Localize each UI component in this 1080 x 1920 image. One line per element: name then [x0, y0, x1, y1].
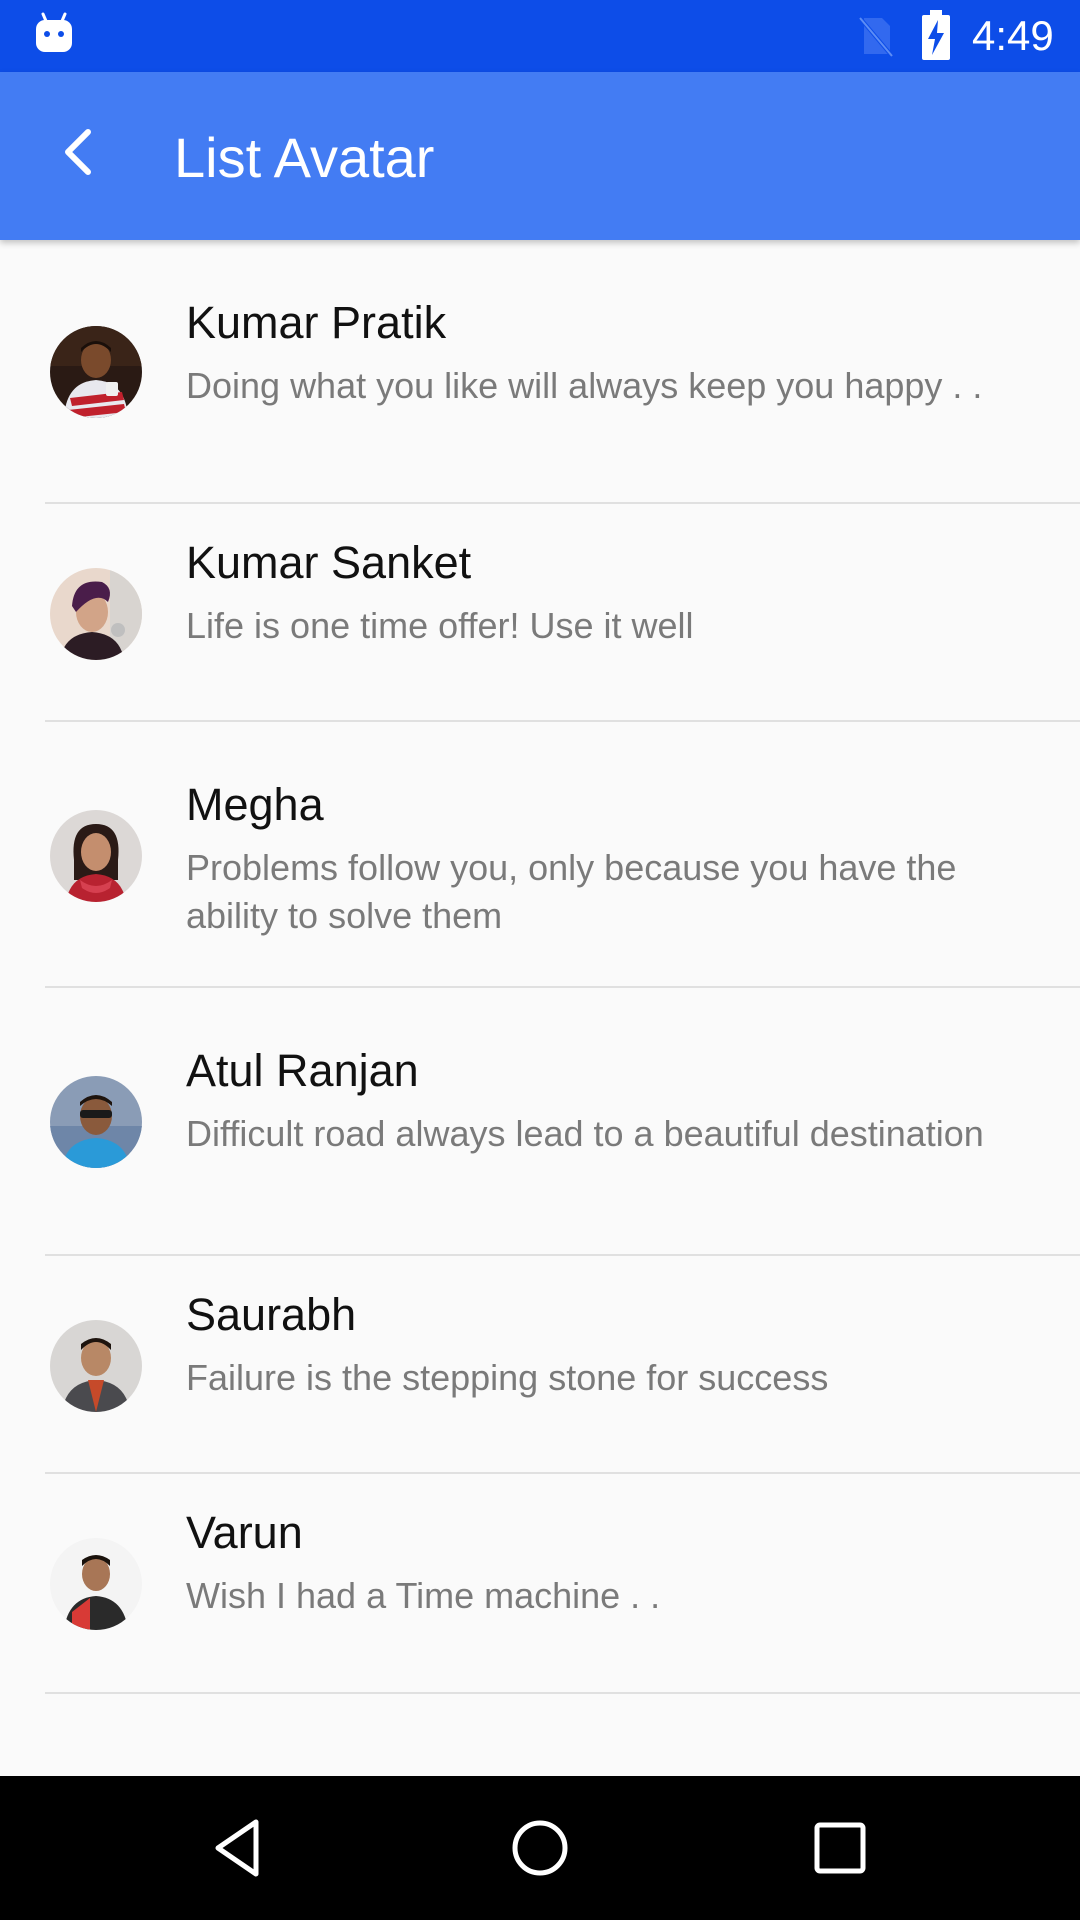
item-description: Doing what you like will always keep you… — [186, 365, 983, 406]
item-name: Kumar Pratik — [186, 297, 447, 348]
item-name: Saurabh — [186, 1289, 357, 1340]
status-time: 4:49 — [972, 12, 1054, 59]
list-item[interactable]: Varun Wish I had a Time machine . . — [0, 1474, 1080, 1694]
avatar — [50, 1538, 142, 1630]
avatar — [50, 1076, 142, 1168]
circle-home-icon[interactable] — [504, 1812, 576, 1884]
item-name: Atul Ranjan — [186, 1045, 419, 1096]
item-description: Life is one time offer! Use it well — [186, 605, 694, 646]
list-item[interactable]: Kumar Pratik Doing what you like will al… — [0, 240, 1080, 504]
battery-charging-icon — [922, 10, 950, 60]
navigation-bar — [0, 1776, 1080, 1920]
item-description: Failure is the stepping stone for succes… — [186, 1357, 829, 1398]
item-name: Varun — [186, 1507, 303, 1558]
item-description: Wish I had a Time machine . . — [186, 1575, 661, 1616]
no-sim-icon — [858, 16, 894, 58]
list-item[interactable]: Atul Ranjan Difficult road always lead t… — [0, 988, 1080, 1256]
avatar-list: Kumar Pratik Doing what you like will al… — [0, 240, 1080, 1694]
item-description: Difficult road always lead to a beautifu… — [186, 1113, 984, 1154]
arrow-back-icon[interactable] — [52, 122, 112, 182]
item-name: Megha — [186, 779, 324, 830]
square-recents-icon[interactable] — [804, 1812, 876, 1884]
triangle-back-icon[interactable] — [204, 1812, 276, 1884]
avatar — [50, 810, 142, 902]
avatar — [50, 1320, 142, 1412]
avatar — [50, 568, 142, 660]
list-item[interactable]: Saurabh Failure is the stepping stone fo… — [0, 1256, 1080, 1474]
app-bar: List Avatar — [0, 72, 1080, 240]
avatar — [50, 326, 142, 418]
page-title: List Avatar — [174, 126, 435, 189]
list-item[interactable]: Megha Problems follow you, only because … — [0, 722, 1080, 988]
divider — [45, 1692, 1080, 1694]
list-item[interactable]: Kumar Sanket Life is one time offer! Use… — [0, 504, 1080, 722]
item-name: Kumar Sanket — [186, 537, 472, 588]
android-robot-icon — [36, 12, 72, 52]
status-bar: 4:49 — [0, 0, 1080, 72]
item-description: Problems follow you, only because you ha… — [186, 847, 957, 936]
